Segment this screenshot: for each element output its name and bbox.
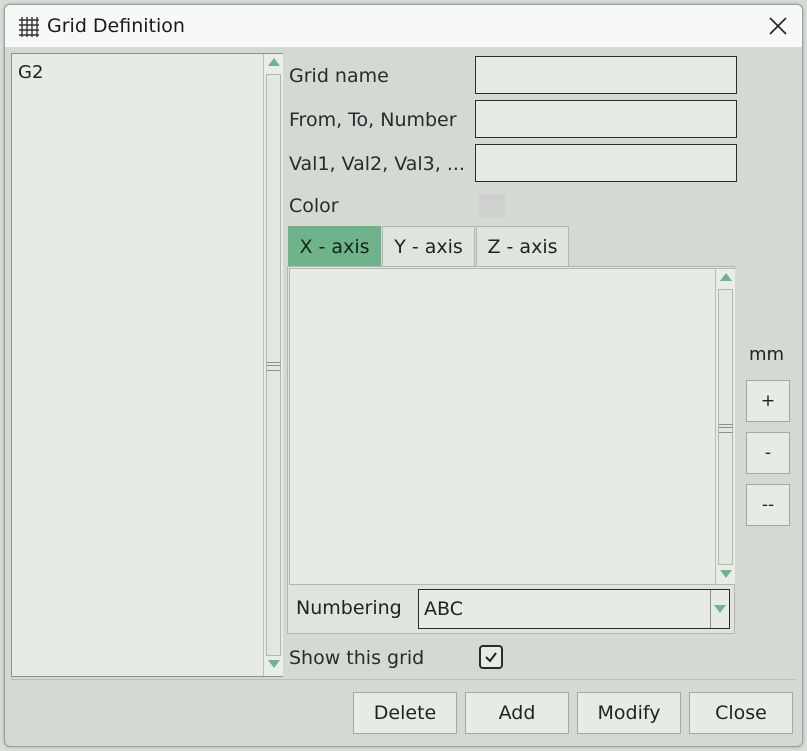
grid-icon: [19, 17, 39, 37]
axis-list-scrollbar[interactable]: [715, 269, 735, 584]
axis-values-list[interactable]: [289, 268, 735, 585]
title-bar: Grid Definition: [5, 5, 802, 47]
show-grid-label: Show this grid: [289, 647, 425, 669]
add-button[interactable]: Add: [465, 692, 569, 734]
tab-x-axis[interactable]: X - axis: [288, 226, 381, 266]
footer-separator: [11, 679, 796, 680]
decrease-button[interactable]: -: [746, 432, 790, 474]
scroll-up-arrow-icon[interactable]: [264, 54, 283, 72]
values-input[interactable]: [475, 144, 737, 182]
numbering-value: ABC: [424, 598, 463, 620]
checkmark-icon: [485, 652, 497, 663]
grid-list-item[interactable]: G2: [18, 62, 43, 83]
values-label: Val1, Val2, Val3, ...: [289, 153, 465, 175]
color-label: Color: [289, 195, 339, 217]
scroll-down-arrow-icon[interactable]: [716, 566, 735, 584]
chevron-down-icon: [714, 605, 726, 613]
increase-button[interactable]: +: [746, 380, 790, 422]
scroll-up-arrow-icon[interactable]: [716, 269, 735, 287]
window-title: Grid Definition: [47, 15, 185, 37]
from-to-number-input[interactable]: [475, 100, 737, 138]
delete-button[interactable]: Delete: [353, 692, 457, 734]
grid-list-scrollbar[interactable]: [263, 54, 283, 676]
numbering-select[interactable]: ABC: [418, 589, 730, 629]
close-button[interactable]: Close: [689, 692, 793, 734]
tab-z-axis[interactable]: Z - axis: [476, 226, 569, 266]
modify-button[interactable]: Modify: [577, 692, 681, 734]
axis-tab-panel: Numbering ABC: [287, 266, 735, 634]
grid-definition-dialog: Grid Definition G2 Grid name From, To, N…: [4, 4, 803, 747]
unit-label: mm: [749, 344, 785, 365]
decrease-more-button[interactable]: --: [746, 484, 790, 526]
color-swatch[interactable]: [479, 194, 505, 217]
grid-name-input[interactable]: [475, 56, 737, 94]
numbering-label: Numbering: [296, 597, 402, 619]
grid-list[interactable]: G2: [11, 53, 283, 677]
scroll-thumb[interactable]: [266, 74, 281, 656]
grid-name-label: Grid name: [289, 65, 389, 87]
scroll-thumb[interactable]: [718, 289, 733, 565]
dropdown-button[interactable]: [710, 590, 729, 628]
from-to-number-label: From, To, Number: [289, 109, 457, 131]
tab-y-axis[interactable]: Y - axis: [382, 226, 475, 266]
scroll-down-arrow-icon[interactable]: [264, 656, 283, 674]
close-window-icon[interactable]: [765, 13, 791, 39]
show-grid-checkbox[interactable]: [479, 645, 503, 669]
